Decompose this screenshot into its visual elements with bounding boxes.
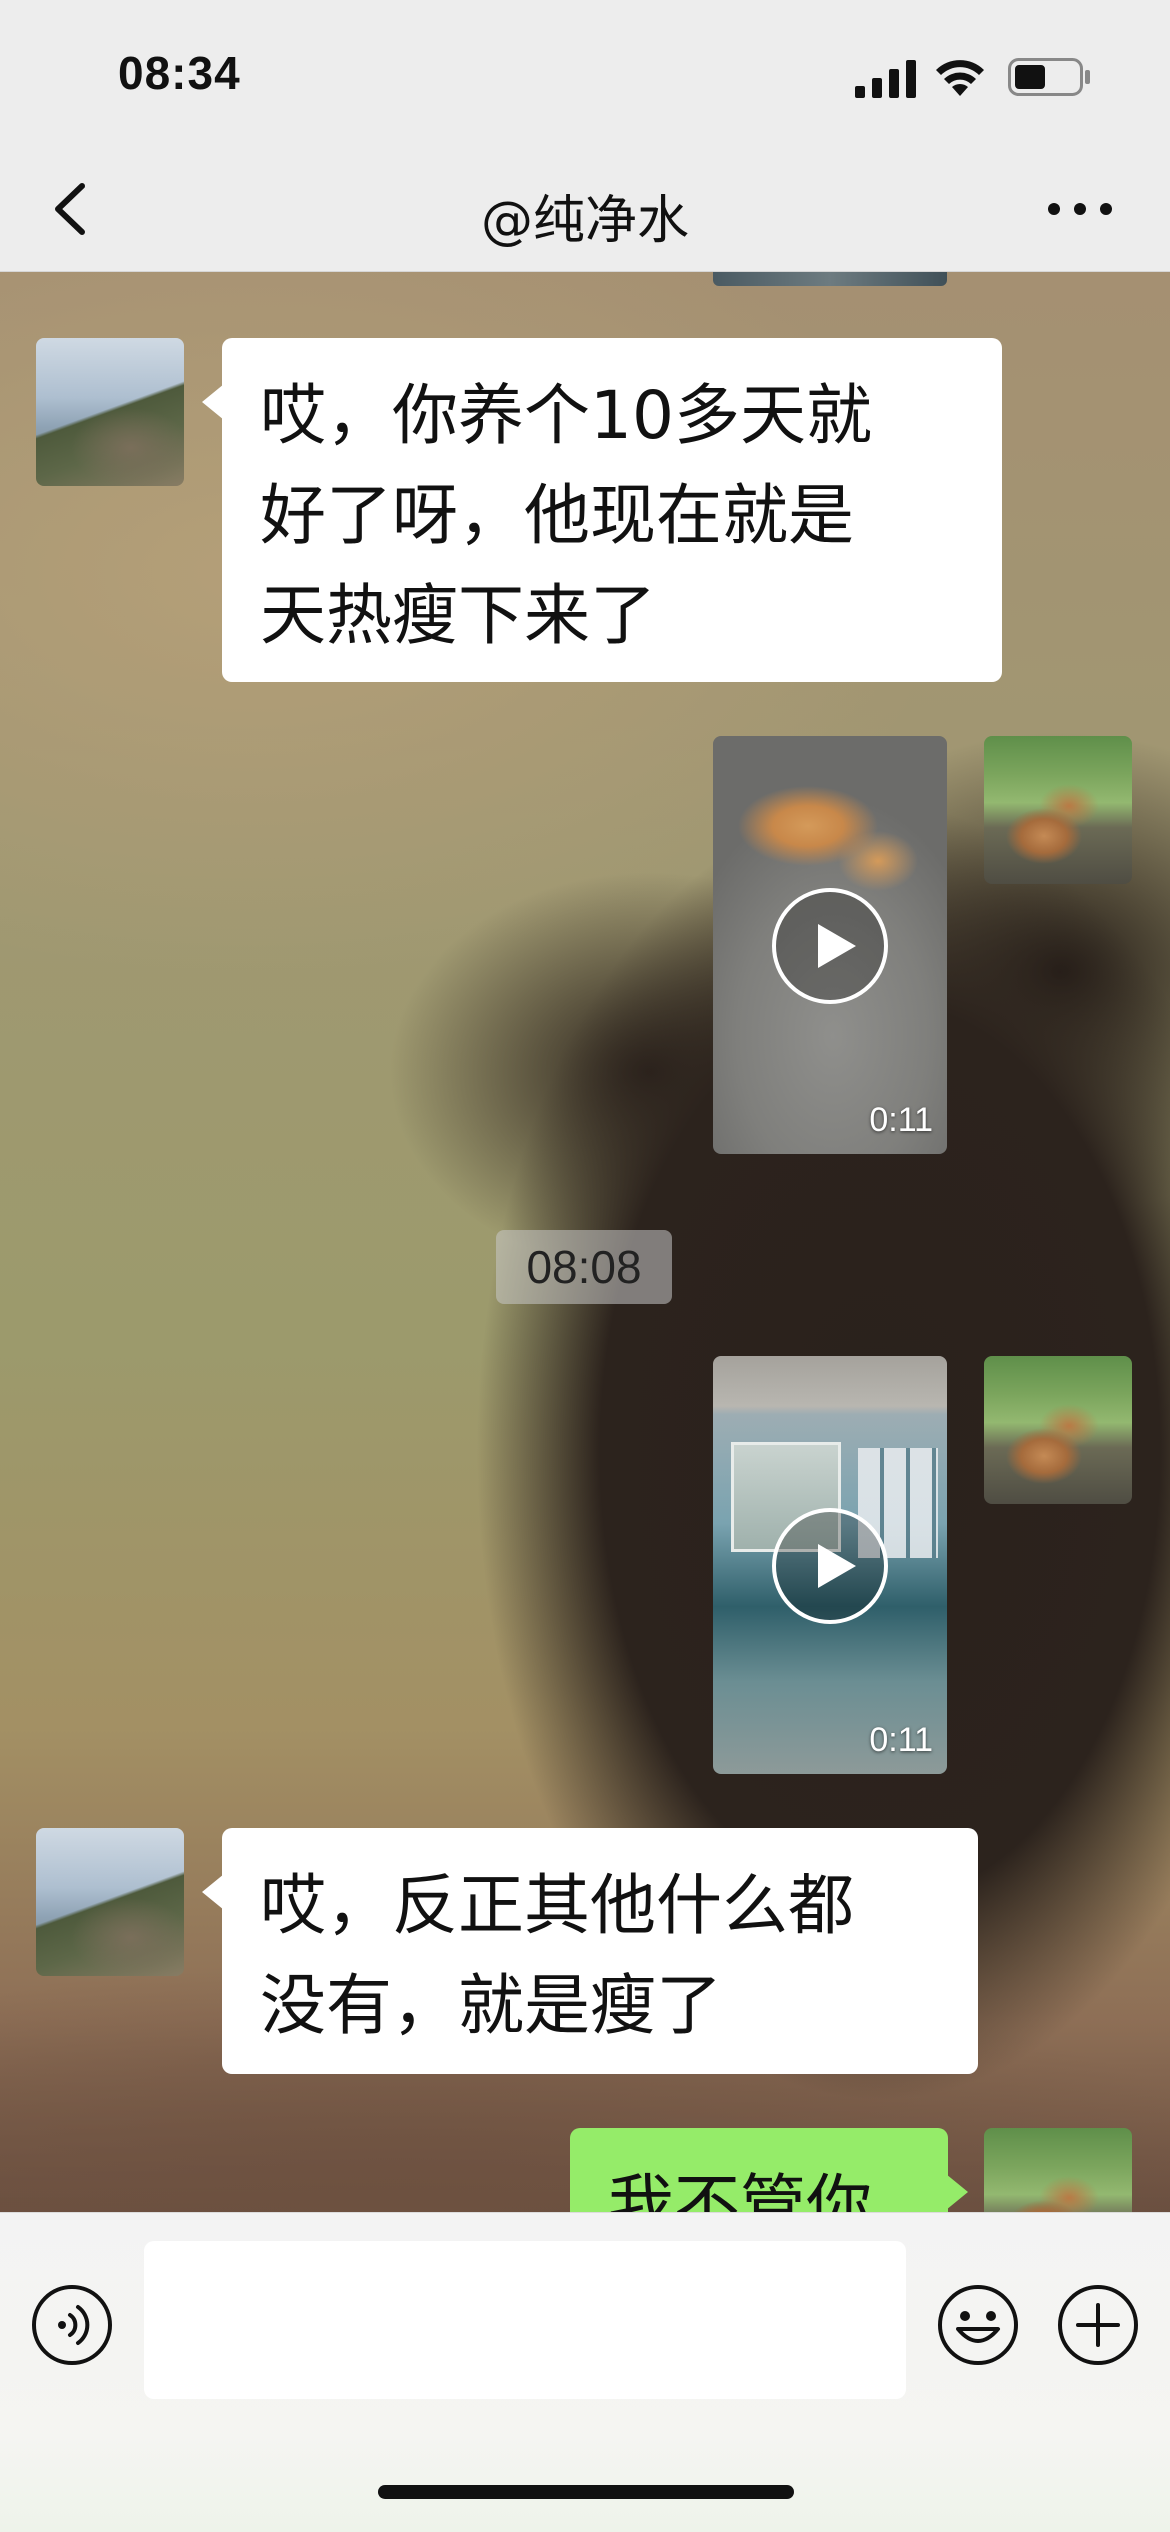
previous-video-thumbnail[interactable] (713, 272, 947, 286)
message-bubble-left[interactable]: 哎，反正其他什么都 没有，就是瘦了 (202, 1828, 978, 2074)
plus-icon[interactable] (1056, 2283, 1140, 2367)
video-duration: 0:11 (869, 1101, 933, 1139)
my-avatar[interactable] (984, 1356, 1132, 1504)
battery-icon (1008, 58, 1090, 96)
my-avatar[interactable] (984, 2128, 1132, 2212)
status-time: 08:34 (118, 47, 241, 99)
chat-title: @纯净水 (480, 191, 689, 251)
wifi-icon (936, 60, 984, 96)
chat-screen: 08:34 @纯净水 哎，你养个10多天就 好了呀，他现在就是 天热瘦下来了 0… (0, 0, 1170, 2532)
my-avatar[interactable] (984, 736, 1132, 884)
chat-message-list[interactable]: 哎，你养个10多天就 好了呀，他现在就是 天热瘦下来了 0:11 08:08 0… (0, 272, 1170, 2212)
message-bubble-right[interactable]: 我不管你 (570, 2128, 968, 2212)
home-indicator[interactable] (378, 2485, 794, 2499)
signal-icon (855, 60, 916, 98)
chat-timestamp: 08:08 (496, 1230, 672, 1304)
message-input[interactable] (144, 2241, 906, 2399)
nav-bar: @纯净水 (0, 150, 1170, 272)
play-icon[interactable] (770, 886, 890, 1006)
video-message[interactable]: 0:11 (713, 1356, 947, 1774)
video-message[interactable]: 0:11 (713, 736, 947, 1154)
video-duration: 0:11 (869, 1721, 933, 1759)
voice-icon[interactable] (30, 2283, 114, 2367)
more-dots-icon[interactable] (1040, 184, 1120, 234)
contact-avatar[interactable] (36, 338, 184, 486)
play-icon[interactable] (770, 1506, 890, 1626)
message-bubble-left[interactable]: 哎，你养个10多天就 好了呀，他现在就是 天热瘦下来了 (202, 338, 1002, 682)
emoji-icon[interactable] (936, 2283, 1020, 2367)
input-bar (0, 2212, 1170, 2532)
contact-avatar[interactable] (36, 1828, 184, 1976)
status-bar: 08:34 (0, 0, 1170, 150)
